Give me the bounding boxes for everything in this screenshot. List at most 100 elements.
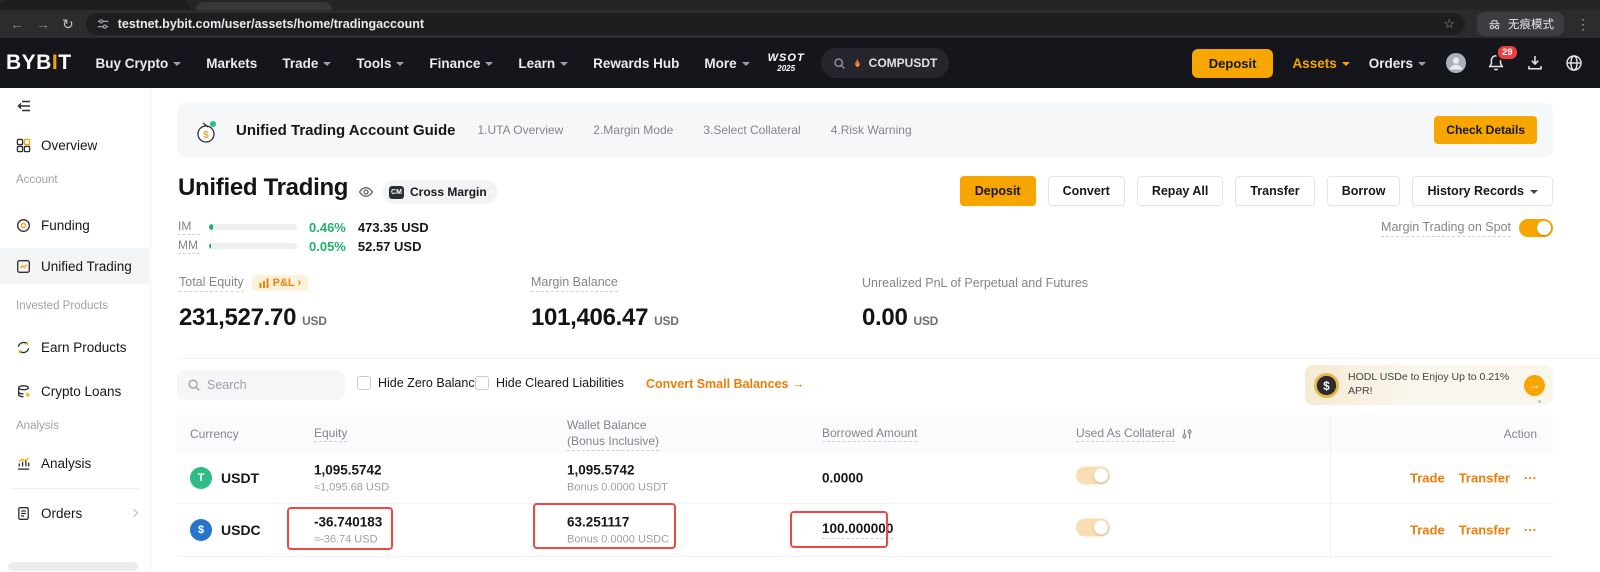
menu-label: Buy Crypto [96,56,169,71]
filter-icon[interactable] [1181,428,1193,440]
borrow-button[interactable]: Borrow [1327,176,1401,206]
transfer-link[interactable]: Transfer [1459,471,1510,486]
collapse-icon [16,98,32,114]
trade-link[interactable]: Trade [1410,523,1445,538]
transfer-button[interactable]: Transfer [1235,176,1314,206]
browser-tab[interactable] [196,2,332,10]
uta-guide-banner: $ Unified Trading Account Guide 1.UTA Ov… [177,103,1553,157]
im-percent: 0.46% [309,220,346,235]
menu-tools[interactable]: Tools [356,56,404,71]
margin-mode-badge[interactable]: CM Cross Margin [383,180,497,204]
pnl-chart-icon [259,278,269,288]
wsot-line2: 2025 [768,65,805,73]
browser-menu-icon[interactable]: ⋮ [1576,16,1590,33]
cross-margin-icon: CM [389,186,404,199]
guide-step-2[interactable]: 2.Margin Mode [593,123,673,137]
notification-count-badge: 29 [1496,44,1519,61]
hide-zero-label: Hide Zero Balances [378,376,488,390]
sidebar-section-invested-products: Invested Products [16,300,108,312]
convert-small-balances-link[interactable]: Convert Small Balances → [646,377,804,391]
sidebar-item-earn-products[interactable]: Earn Products [0,329,149,365]
transfer-link[interactable]: Transfer [1459,523,1510,538]
menu-learn[interactable]: Learn [518,56,568,71]
download-app[interactable] [1525,53,1545,73]
sidebar-item-analysis[interactable]: Analysis [0,445,149,481]
guide-step-4[interactable]: 4.Risk Warning [831,123,912,137]
bookmark-star-icon[interactable]: ☆ [1443,16,1455,32]
crypto-loans-icon [16,384,31,399]
sidebar-collapse-button[interactable] [16,98,32,114]
hide-cleared-liabilities-checkbox[interactable]: Hide Cleared Liabilities [475,376,624,390]
flame-icon [852,57,863,70]
header-action: Action [1504,415,1537,453]
top-navbar: BYBIT Buy Crypto Markets Trade Tools Fin… [0,38,1600,88]
address-bar[interactable]: testnet.bybit.com/user/assets/home/tradi… [86,13,1465,35]
ticker-search[interactable]: COMPUSDT [821,48,950,78]
earn-products-icon [16,340,31,355]
sidebar-item-funding[interactable]: Funding [0,207,149,243]
usdc-coin-icon: $ [190,519,212,541]
more-actions[interactable]: ··· [1524,471,1537,486]
nav-orders[interactable]: Orders [1369,56,1426,71]
forward-icon[interactable]: → [36,17,50,31]
table-row-usdt: T USDT 1,095.5742 ≈1,095.68 USD 1,095.57… [177,453,1553,504]
bybit-logo[interactable]: BYBIT [6,51,72,75]
collateral-toggle[interactable] [1076,519,1110,537]
guide-step-1[interactable]: 1.UTA Overview [477,123,563,137]
menu-rewards-hub[interactable]: Rewards Hub [593,56,679,71]
menu-buy-crypto[interactable]: Buy Crypto [96,56,182,71]
mm-value: 52.57 USD [358,239,422,254]
promo-arrow-button[interactable]: → [1524,375,1545,396]
orders-label: Orders [1369,56,1413,71]
notifications-bell[interactable]: 29 [1486,53,1506,73]
mm-progress-bar [209,243,297,249]
guide-step-3[interactable]: 3.Select Collateral [703,123,800,137]
menu-trade[interactable]: Trade [282,56,331,71]
incognito-icon [1487,17,1502,32]
repay-all-button[interactable]: Repay All [1137,176,1224,206]
menu-finance[interactable]: Finance [429,56,493,71]
pnl-badge[interactable]: P&L › [252,275,309,291]
menu-more[interactable]: More [704,56,749,71]
equity-cell: 1,095.5742 ≈1,095.68 USD [314,463,389,494]
nav-deposit-button[interactable]: Deposit [1192,49,1274,78]
sidebar-scroll-handle[interactable] [8,562,138,571]
hide-zero-balances-checkbox[interactable]: Hide Zero Balances [357,376,488,390]
main-menu: Buy Crypto Markets Trade Tools Finance L… [96,56,750,71]
orders-icon [16,506,31,521]
sidebar-item-orders[interactable]: Orders [0,495,149,531]
check-details-button[interactable]: Check Details [1434,116,1537,144]
pnl-badge-label: P&L › [273,277,302,289]
sidebar-item-crypto-loans[interactable]: Crypto Loans [0,373,149,409]
browser-tab[interactable] [0,0,190,10]
trade-link[interactable]: Trade [1410,471,1445,486]
asset-search[interactable] [177,370,345,400]
sidebar-item-overview[interactable]: Overview [0,127,149,163]
margin-trading-toggle[interactable] [1519,219,1553,237]
sidebar-item-unified-trading[interactable]: Unified Trading [0,248,149,284]
menu-markets[interactable]: Markets [206,56,257,71]
wsot-line1: WSOT [768,53,805,64]
language-globe[interactable] [1564,53,1584,73]
borrowed-amount-cell: 0.0000 [822,471,863,486]
sidebar: Overview Account Funding Unified Trading… [0,88,151,572]
deposit-button[interactable]: Deposit [960,176,1036,206]
avatar[interactable] [1445,52,1467,74]
logo-part1: BYB [6,51,52,74]
unrealized-pnl-label: Unrealized PnL of Perpetual and Futures [862,276,1088,290]
margin-trading-label: Margin Trading on Spot [1381,220,1511,237]
collateral-toggle[interactable] [1076,467,1110,485]
nav-assets[interactable]: Assets [1292,56,1349,71]
search-input[interactable] [207,378,317,392]
equity-cell: -36.740183 ≈-36.74 USD [314,515,382,546]
download-icon [1525,53,1545,73]
more-actions[interactable]: ··· [1524,523,1537,538]
total-equity-label: Total Equity [179,275,244,292]
toggle-balance-visibility[interactable] [358,184,374,200]
history-records-button[interactable]: History Records [1412,176,1553,206]
reload-icon[interactable]: ↻ [62,17,74,31]
convert-button[interactable]: Convert [1048,176,1125,206]
wsot-2025-logo[interactable]: WSOT 2025 [768,53,805,73]
back-icon[interactable]: ← [10,17,24,31]
logo-part2: T [58,51,71,74]
